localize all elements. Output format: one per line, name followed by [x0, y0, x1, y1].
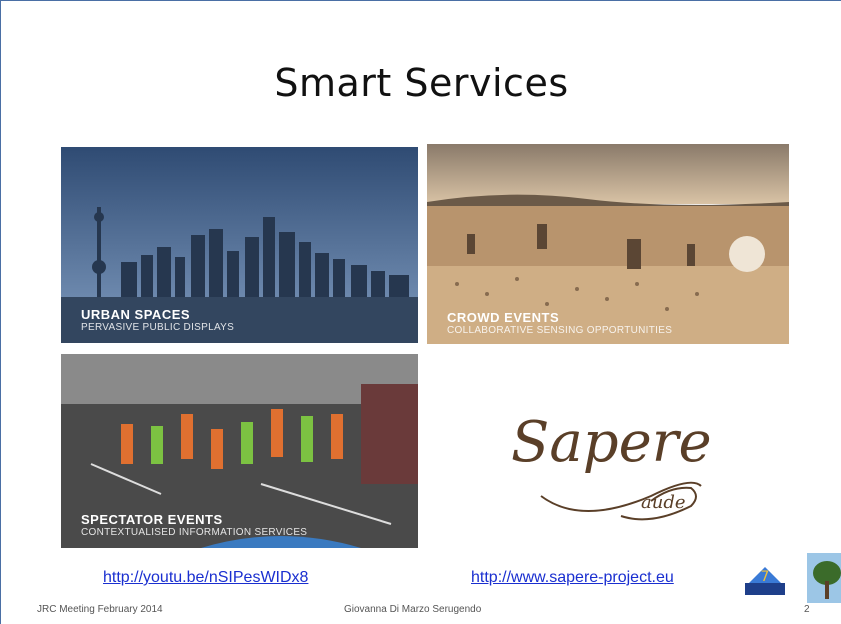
spectator-events-heading: SPECTATOR EVENTS [81, 512, 223, 527]
page-number: 2 [804, 604, 810, 615]
spectator-events-subtitle: CONTEXTUALISED INFORMATION SERVICES [81, 527, 308, 538]
slide: Smart Services URBAN SPACES PERVASIVE PU… [0, 0, 841, 624]
youtube-video-link[interactable]: http://youtu.be/nSIPesWIDx8 [103, 569, 308, 587]
fp7-logo-icon: 7 [743, 563, 787, 597]
spectator-events-caption: SPECTATOR EVENTS CONTEXTUALISED INFORMAT… [81, 512, 307, 538]
urban-spaces-heading: URBAN SPACES [81, 307, 191, 322]
crowd-events-image: CROWD EVENTS COLLABORATIVE SENSING OPPOR… [427, 144, 789, 344]
svg-text:7: 7 [761, 569, 770, 585]
urban-spaces-subtitle: PERVASIVE PUBLIC DISPLAYS [81, 322, 235, 333]
urban-spaces-caption: URBAN SPACES PERVASIVE PUBLIC DISPLAYS [81, 307, 234, 333]
sapere-logo: Sapere aude [501, 376, 721, 536]
crowd-events-caption: CROWD EVENTS COLLABORATIVE SENSING OPPOR… [447, 310, 672, 336]
spectator-events-image: SPECTATOR EVENTS CONTEXTUALISED INFORMAT… [61, 354, 418, 548]
svg-text:aude: aude [641, 492, 686, 513]
crowd-events-subtitle: COLLABORATIVE SENSING OPPORTUNITIES [447, 325, 673, 336]
slide-title: Smart Services [274, 61, 569, 105]
tree-logo-icon [807, 553, 841, 603]
svg-text:Sapere: Sapere [511, 410, 712, 475]
footer-author: Giovanna Di Marzo Serugendo [344, 604, 482, 615]
sapere-project-link[interactable]: http://www.sapere-project.eu [471, 569, 674, 587]
footer-event: JRC Meeting February 2014 [37, 604, 163, 615]
crowd-events-heading: CROWD EVENTS [447, 310, 560, 325]
urban-spaces-image: URBAN SPACES PERVASIVE PUBLIC DISPLAYS [61, 147, 418, 343]
